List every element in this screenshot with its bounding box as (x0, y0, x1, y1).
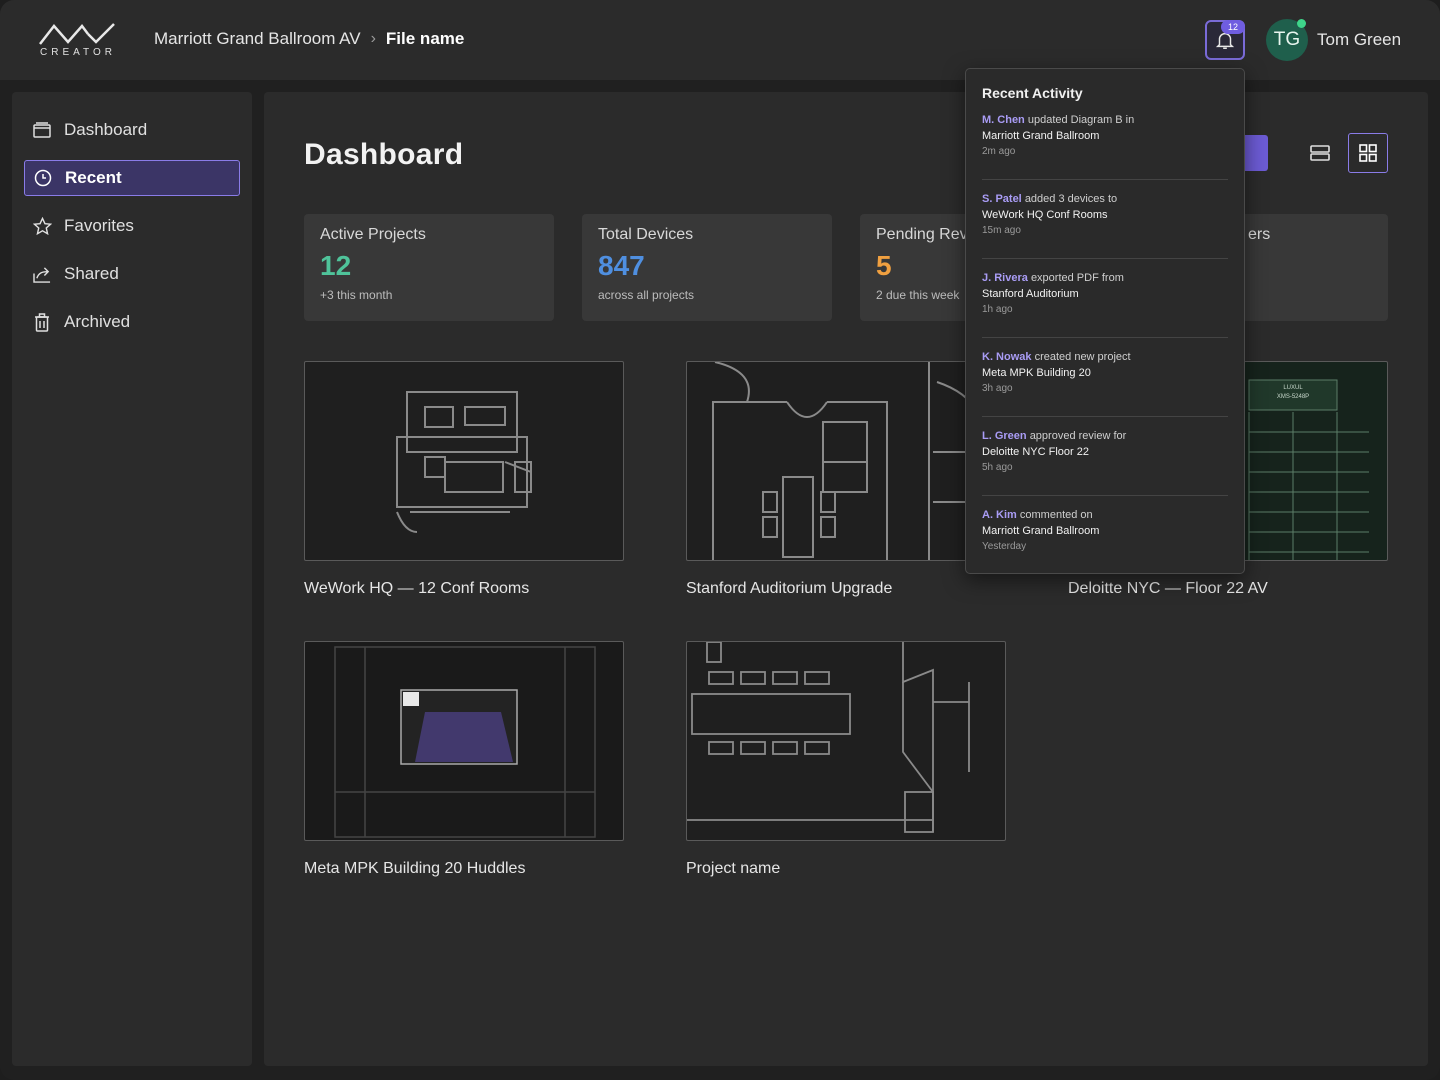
stat-label: Total Devices (598, 226, 694, 243)
project-name[interactable]: Project name (686, 860, 780, 878)
activity-user[interactable]: S. Patel (982, 193, 1022, 205)
dashboard-icon (32, 120, 52, 140)
main-panel: Dashboard ct Active Projects 12 +3 this … (264, 92, 1428, 1066)
sidebar-item-label: Dashboard (64, 120, 148, 139)
sidebar-item-dashboard[interactable]: Dashboard (24, 112, 240, 148)
activity-action: approved review for (1029, 430, 1127, 442)
activity-target[interactable]: Marriott Grand Ballroom (982, 523, 1228, 539)
user-name[interactable]: Tom Green (1317, 30, 1401, 50)
stat-sub: +3 this month (320, 288, 393, 302)
sidebar-item-archived[interactable]: Archived (24, 304, 240, 340)
project-name[interactable]: Stanford Auditorium Upgrade (686, 580, 892, 598)
project-thumbnail-stanford[interactable] (686, 361, 1006, 561)
activity-target[interactable]: WeWork HQ Conf Rooms (982, 207, 1228, 223)
project-name[interactable]: Deloitte NYC — Floor 22 AV (1068, 580, 1268, 598)
activity-time: 2m ago (982, 146, 1016, 157)
activity-time: 5h ago (982, 462, 1013, 473)
popover-title: Recent Activity (982, 85, 1083, 101)
sidebar-item-label: Archived (64, 312, 131, 331)
activity-item[interactable]: L. Green approved review for Deloitte NY… (982, 429, 1228, 496)
project-name[interactable]: Meta MPK Building 20 Huddles (304, 860, 525, 878)
trash-icon (32, 312, 52, 332)
project-thumbnail-meta[interactable] (304, 641, 624, 841)
breadcrumb: Marriott Grand Ballroom AV › File name (154, 29, 464, 49)
stat-sub: across all projects (598, 288, 695, 302)
project-thumbnail-project[interactable] (686, 641, 1006, 841)
sidebar-item-label: Shared (64, 264, 119, 283)
sidebar-item-favorites[interactable]: Favorites (24, 208, 240, 244)
recent-activity-popover: Recent Activity M. Chen updated Diagram … (965, 68, 1245, 574)
sidebar-item-shared[interactable]: Shared (24, 256, 240, 292)
rack-label-line1: LUXUL (1283, 385, 1303, 391)
activity-time: 1h ago (982, 304, 1013, 315)
activity-action: commented on (1019, 509, 1093, 521)
activity-user[interactable]: J. Rivera (982, 272, 1028, 284)
project-name[interactable]: WeWork HQ — 12 Conf Rooms (304, 580, 529, 598)
clock-icon (33, 168, 53, 188)
activity-target[interactable]: Deloitte NYC Floor 22 (982, 444, 1228, 460)
logo-wordmark: CREATOR (40, 47, 116, 58)
star-icon (32, 216, 52, 236)
activity-item[interactable]: A. Kim commented on Marriott Grand Ballr… (982, 508, 1228, 575)
activity-user[interactable]: L. Green (982, 430, 1027, 442)
activity-time: Yesterday (982, 541, 1027, 552)
list-view-button[interactable] (1304, 137, 1336, 169)
list-view-icon (1310, 145, 1330, 161)
activity-action: exported PDF from (1030, 272, 1124, 284)
activity-item[interactable]: J. Rivera exported PDF from Stanford Aud… (982, 271, 1228, 338)
activity-target[interactable]: Meta MPK Building 20 (982, 365, 1228, 381)
stat-value: 12 (320, 250, 352, 281)
online-status-dot (1297, 19, 1306, 28)
activity-user[interactable]: M. Chen (982, 114, 1025, 126)
activity-time: 15m ago (982, 225, 1021, 236)
sidebar-item-label: Recent (65, 168, 122, 187)
stat-value: 847 (598, 250, 645, 281)
app-window: CREATOR Marriott Grand Ballroom AV › Fil… (0, 0, 1440, 1080)
activity-action: created new project (1034, 351, 1131, 363)
sidebar-item-recent[interactable]: Recent (24, 160, 240, 196)
activity-item[interactable]: S. Patel added 3 devices to WeWork HQ Co… (982, 192, 1228, 259)
rack-label-line2: XMS-5248P (1276, 394, 1310, 400)
activity-item[interactable]: K. Nowak created new project Meta MPK Bu… (982, 350, 1228, 417)
notification-badge: 12 (1221, 20, 1245, 34)
stat-card-total-devices: Total Devices 847 across all projects (582, 214, 832, 321)
activity-action: updated Diagram B in (1027, 114, 1135, 126)
activity-time: 3h ago (982, 383, 1013, 394)
notifications-button[interactable]: 12 (1205, 20, 1245, 60)
stat-label: Active Projects (320, 226, 426, 243)
activity-item[interactable]: M. Chen updated Diagram B in Marriott Gr… (982, 113, 1228, 180)
stat-card-active-projects: Active Projects 12 +3 this month (304, 214, 554, 321)
activity-target[interactable]: Stanford Auditorium (982, 286, 1228, 302)
breadcrumb-project[interactable]: Marriott Grand Ballroom AV (154, 29, 361, 49)
activity-user[interactable]: A. Kim (982, 509, 1017, 521)
breadcrumb-file[interactable]: File name (386, 29, 464, 49)
page-title: Dashboard (304, 138, 464, 171)
chevron-right-icon: › (370, 30, 376, 47)
share-icon (32, 264, 52, 284)
rack-device-label: LUXUL XMS-5248P (1249, 384, 1337, 402)
sidebar: Dashboard Recent Favorites Shared Archiv… (12, 92, 252, 1066)
activity-target[interactable]: Marriott Grand Ballroom (982, 128, 1228, 144)
activity-user[interactable]: K. Nowak (982, 351, 1032, 363)
grid-view-button[interactable] (1348, 133, 1388, 173)
grid-view-icon (1359, 144, 1377, 162)
activity-action: added 3 devices to (1024, 193, 1118, 205)
sidebar-item-label: Favorites (64, 216, 134, 235)
project-thumbnail-wework[interactable] (304, 361, 624, 561)
